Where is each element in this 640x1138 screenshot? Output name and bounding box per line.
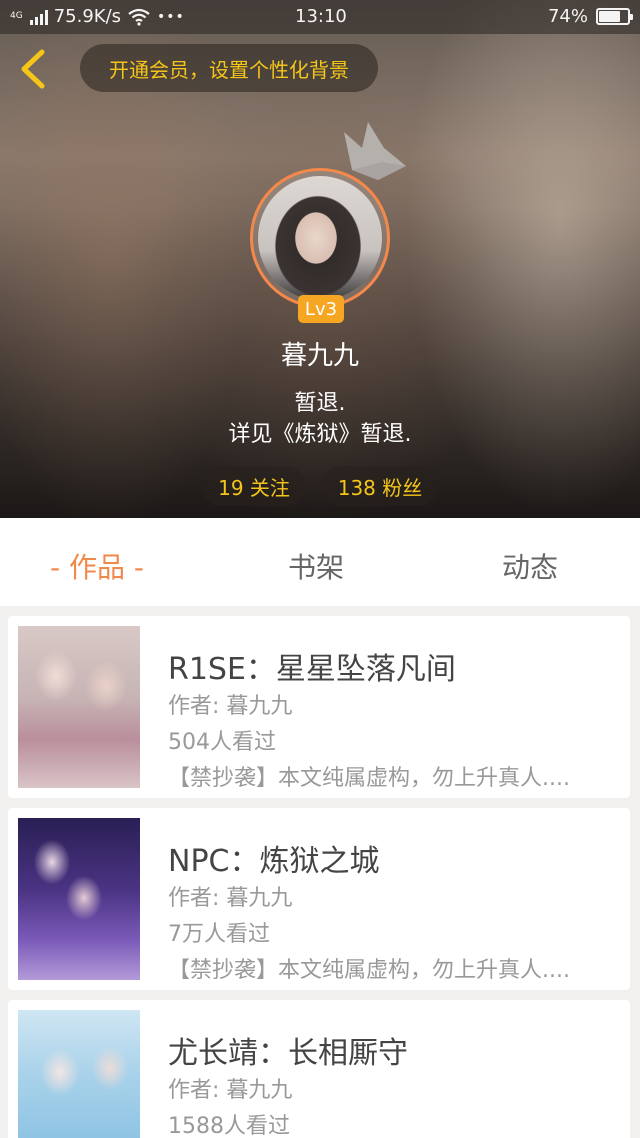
book-card[interactable]: 尤长靖：长相厮守 作者: 暮九九 1588人看过 [8,1000,630,1138]
fans-button[interactable]: 138 粉丝 [322,466,438,506]
book-author: 作者: 暮九九 [168,1078,293,1103]
tab-works[interactable]: - 作品 - [50,546,144,586]
profile-tabs: - 作品 - 书架 动态 [0,518,640,606]
wifi-icon [128,8,150,26]
book-title: R1SE：星星坠落凡间 [168,652,456,687]
book-cover [18,1010,140,1138]
bio: 暂退. 详见《炼狱》暂退. [0,388,640,450]
level-badge: Lv3 [298,295,344,323]
book-title: 尤长靖：长相厮守 [168,1036,408,1071]
battery-level: 74% [547,6,588,27]
book-author: 作者: 暮九九 [168,886,293,911]
book-card[interactable]: NPC：炼狱之城 作者: 暮九九 7万人看过 【禁抄袭】本文纯属虚构，勿上升真人… [8,808,630,990]
book-cover [18,626,140,788]
book-cover [18,818,140,980]
book-author: 作者: 暮九九 [168,694,293,719]
network-speed: 75.9K/s [53,6,122,27]
book-views: 7万人看过 [168,922,270,947]
back-button[interactable] [14,46,54,92]
status-left: 4G 75.9K/s ••• [10,6,185,27]
tab-bookshelf[interactable]: 书架 [288,546,344,586]
book-title: NPC：炼狱之城 [168,844,380,879]
profile-header: 4G 75.9K/s ••• 13:10 74% 开通会员，设置个性化背景 Lv… [0,0,640,518]
book-views: 504人看过 [168,730,276,755]
status-bar: 4G 75.9K/s ••• 13:10 74% [0,0,640,34]
avatar [258,176,382,300]
book-description: 【禁抄袭】本文纯属虚构，勿上升真人.... [168,958,570,983]
signal-icon [29,9,48,25]
bio-line-2: 详见《炼狱》暂退. [228,422,412,447]
more-dots-icon: ••• [157,8,185,25]
vip-prompt-text: 开通会员，设置个性化背景 [109,57,349,82]
book-description: 【禁抄袭】本文纯属虚构，勿上升真人.... [168,766,570,791]
username: 暮九九 [280,341,359,371]
chevron-left-icon [21,49,45,89]
bio-line-1: 暂退. [294,391,346,416]
book-views: 1588人看过 [168,1114,290,1138]
battery-icon [596,8,633,25]
status-right: 74% [547,6,633,27]
avatar-frame[interactable] [250,168,390,308]
clock: 13:10 [295,6,347,27]
tab-feed[interactable]: 动态 [502,546,558,586]
book-card[interactable]: R1SE：星星坠落凡间 作者: 暮九九 504人看过 【禁抄袭】本文纯属虚构，勿… [8,616,630,798]
network-type: 4G [10,11,23,21]
vip-background-button[interactable]: 开通会员，设置个性化背景 [80,44,378,92]
following-button[interactable]: 19 关注 [202,466,306,506]
